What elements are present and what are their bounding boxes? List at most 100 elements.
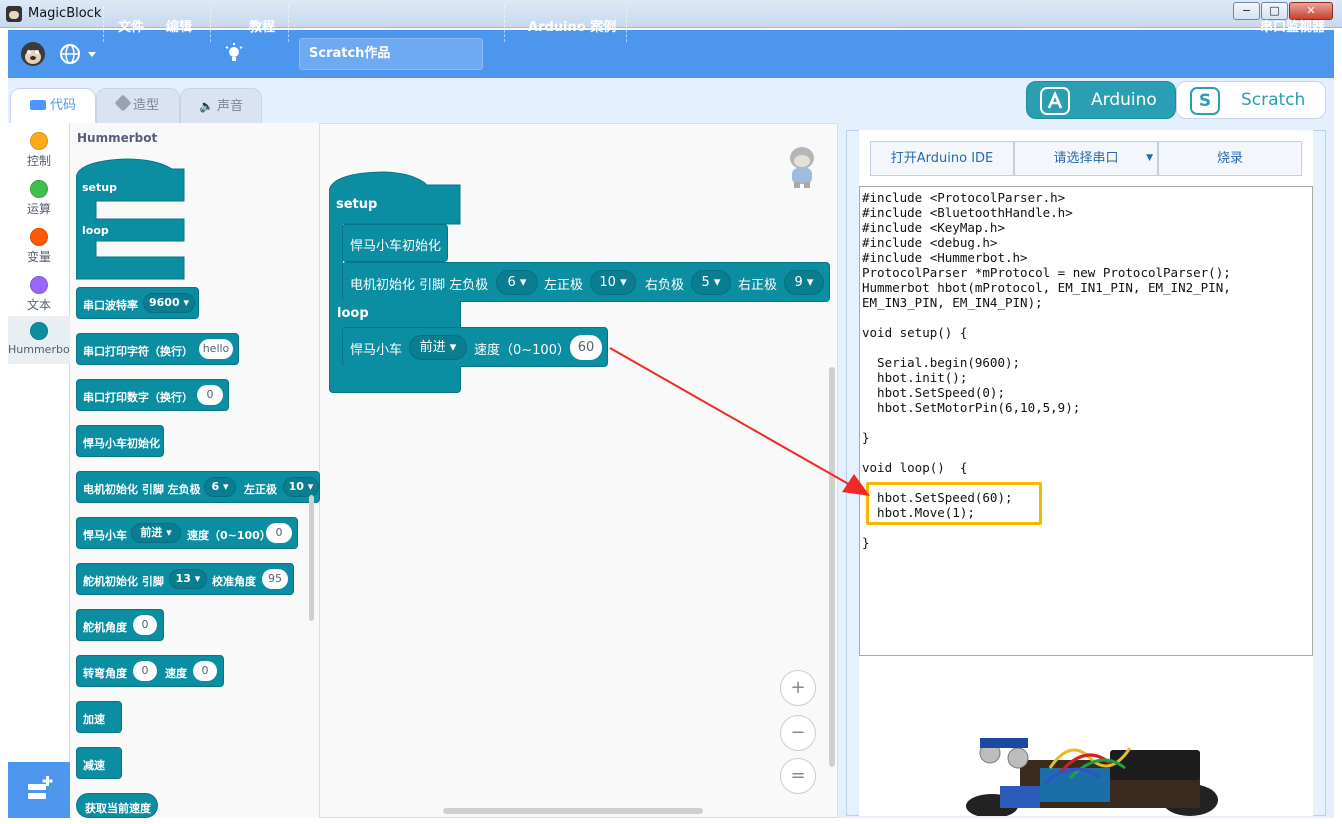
palette-print-number-block[interactable]: 串口打印数字（换行） 0 xyxy=(76,379,229,411)
print-number-label: 串口打印数字（换行） xyxy=(83,391,193,404)
script-right-neg-dropdown[interactable]: 5 ▾ xyxy=(691,270,731,295)
servo-angle-input[interactable]: 0 xyxy=(133,615,157,635)
brush-icon xyxy=(114,94,132,112)
zoom-in-button[interactable]: + xyxy=(780,670,816,706)
lightbulb-icon xyxy=(224,43,244,65)
annotation-arrow xyxy=(609,347,870,496)
script-car-init-block[interactable]: 悍马小车初始化 xyxy=(342,224,448,262)
palette-car-move-block[interactable]: 悍马小车 前进 ▾ 速度（0~100） 0 xyxy=(76,517,298,549)
palette-accelerate-block[interactable]: 加速 xyxy=(76,701,122,733)
window-title: MagicBlock xyxy=(28,6,102,21)
script-speed-label: 速度（0~100） xyxy=(474,343,570,358)
text-dot-icon xyxy=(30,276,48,294)
script-car-move-block[interactable]: 悍马小车 前进 ▾ 速度（0~100） 60 xyxy=(342,327,608,367)
palette-print-string-block[interactable]: 串口打印字符（换行） hello xyxy=(76,333,239,365)
tab-code[interactable]: 代码 xyxy=(10,88,96,125)
print-number-input[interactable]: 0 xyxy=(197,385,223,405)
zoom-out-button[interactable]: − xyxy=(780,715,816,751)
script-right-neg-label: 右负极 xyxy=(645,278,685,293)
language-menu[interactable] xyxy=(58,42,102,66)
menu-divider xyxy=(103,6,104,42)
car-init-label: 悍马小车初始化 xyxy=(83,437,160,450)
servo-pin-dropdown[interactable]: 13 ▾ xyxy=(169,569,207,589)
motor-pin-dropdown[interactable]: 10 ▾ xyxy=(283,477,319,497)
palette-decelerate-block[interactable]: 减速 xyxy=(76,747,122,779)
palette-baud-block[interactable]: 串口波特率 9600 ▾ xyxy=(76,287,199,319)
arduino-mode-button[interactable]: Arduino xyxy=(1026,81,1176,119)
servo-calibrate-input[interactable]: 95 xyxy=(262,569,288,589)
script-loop-block[interactable]: loop xyxy=(329,301,461,328)
minimize-button[interactable]: − xyxy=(1233,2,1260,20)
category-control[interactable]: 控制 xyxy=(8,126,70,174)
category-operators[interactable]: 运算 xyxy=(8,174,70,222)
palette-get-speed-block[interactable]: 获取当前速度 xyxy=(76,793,158,818)
script-left-pos-dropdown[interactable]: 10 ▾ xyxy=(590,270,636,295)
car-move-label: 悍马小车 xyxy=(83,529,127,542)
palette-scrollbar[interactable] xyxy=(309,495,314,621)
scratch-mode-button[interactable]: S Scratch xyxy=(1176,81,1326,119)
palette-turn-block[interactable]: 转弯角度 0 速度 0 xyxy=(76,655,224,687)
canvas-horizontal-scrollbar[interactable] xyxy=(443,808,703,814)
motor-left-pos-label: 左正极 xyxy=(244,483,277,496)
edit-menu[interactable]: 编辑 xyxy=(166,16,192,35)
script-motor-label: 电机初始化 引脚 左负极 xyxy=(350,278,489,293)
hummerbot-dot-icon xyxy=(30,322,48,340)
arduino-examples-menu[interactable]: Arduino 案例 xyxy=(528,16,616,35)
script-speed-input[interactable]: 60 xyxy=(570,335,602,360)
serial-port-select[interactable]: 请选择串口 ▼ xyxy=(1014,141,1158,176)
menu-divider xyxy=(626,6,627,42)
direction-dropdown[interactable]: 前进 ▾ xyxy=(131,523,181,543)
turn-angle-input[interactable]: 0 xyxy=(133,661,157,681)
variables-dot-icon xyxy=(30,228,48,246)
zoom-reset-icon: = xyxy=(790,765,806,786)
category-variables[interactable]: 变量 xyxy=(8,222,70,270)
script-motor-init-block[interactable]: 电机初始化 引脚 左负极 6 ▾ 左正极 10 ▾ 右负极 5 ▾ 右正极 9 … xyxy=(342,262,830,302)
speed-label: 速度（0~100） xyxy=(187,529,271,542)
open-arduino-ide-button[interactable]: 打开Arduino IDE xyxy=(870,141,1014,176)
script-setup-hat[interactable]: setup xyxy=(328,171,461,225)
print-string-label: 串口打印字符（换行） xyxy=(83,345,193,358)
sprite-mascot-icon xyxy=(784,144,820,190)
category-text[interactable]: 文本 xyxy=(8,270,70,318)
zoom-reset-button[interactable]: = xyxy=(780,758,816,794)
arduino-code-editor[interactable]: #include <ProtocolParser.h> #include <Bl… xyxy=(859,186,1313,656)
print-string-input[interactable]: hello xyxy=(199,339,233,359)
tutorial-menu[interactable]: 教程 xyxy=(249,16,275,35)
tab-costume[interactable]: 造型 xyxy=(96,88,180,124)
app-logo-icon xyxy=(6,6,22,22)
script-right-pos-dropdown[interactable]: 9 ▾ xyxy=(784,270,824,295)
menu-divider xyxy=(210,6,211,42)
robot-car-image xyxy=(960,728,1230,816)
turn-speed-input[interactable]: 0 xyxy=(193,661,217,681)
turn-angle-label: 转弯角度 xyxy=(83,667,127,680)
arduino-logo-icon xyxy=(1040,87,1070,115)
palette-car-init-block[interactable]: 悍马小车初始化 xyxy=(76,425,164,457)
palette-motor-init-block[interactable]: 电机初始化 引脚 左负极 6 ▾ 左正极 10 ▾ xyxy=(76,471,320,503)
baud-label: 串口波特率 xyxy=(83,299,138,312)
serial-monitor-button[interactable]: 串口监视器 xyxy=(1260,16,1325,35)
tab-sound[interactable]: 🔈 声音 xyxy=(180,88,262,124)
script-left-neg-dropdown[interactable]: 6 ▾ xyxy=(496,270,538,295)
category-hummerbot[interactable]: Hummerbot xyxy=(8,316,70,364)
palette-setup-label: setup xyxy=(82,181,117,194)
palette-servo-init-block[interactable]: 舵机初始化 引脚 13 ▾ 校准角度 95 xyxy=(76,563,294,595)
baud-dropdown[interactable]: 9600 ▾ xyxy=(143,293,195,313)
loop-c-arm xyxy=(329,327,343,367)
speed-input[interactable]: 0 xyxy=(266,523,292,543)
motor-init-label: 电机初始化 引脚 左负极 xyxy=(83,483,201,496)
menu-bar xyxy=(8,30,1334,78)
file-menu[interactable]: 文件 xyxy=(118,16,144,35)
motor-pin-dropdown[interactable]: 6 ▾ xyxy=(204,477,236,497)
control-dot-icon xyxy=(30,132,48,150)
add-extension-button[interactable] xyxy=(8,762,70,818)
servo-calibrate-label: 校准角度 xyxy=(212,575,256,588)
mascot-logo-icon xyxy=(18,38,48,68)
project-name-input[interactable]: Scratch作品 xyxy=(299,38,483,70)
script-setup-label: setup xyxy=(336,197,378,212)
setup-loop-block[interactable]: setup loop xyxy=(75,157,186,281)
upload-button[interactable]: 烧录 xyxy=(1158,141,1302,176)
title-bar xyxy=(0,0,1342,28)
script-direction-dropdown[interactable]: 前进 ▾ xyxy=(409,335,467,360)
palette-servo-angle-block[interactable]: 舵机角度 0 xyxy=(76,609,164,641)
zoom-in-icon: + xyxy=(790,677,806,698)
